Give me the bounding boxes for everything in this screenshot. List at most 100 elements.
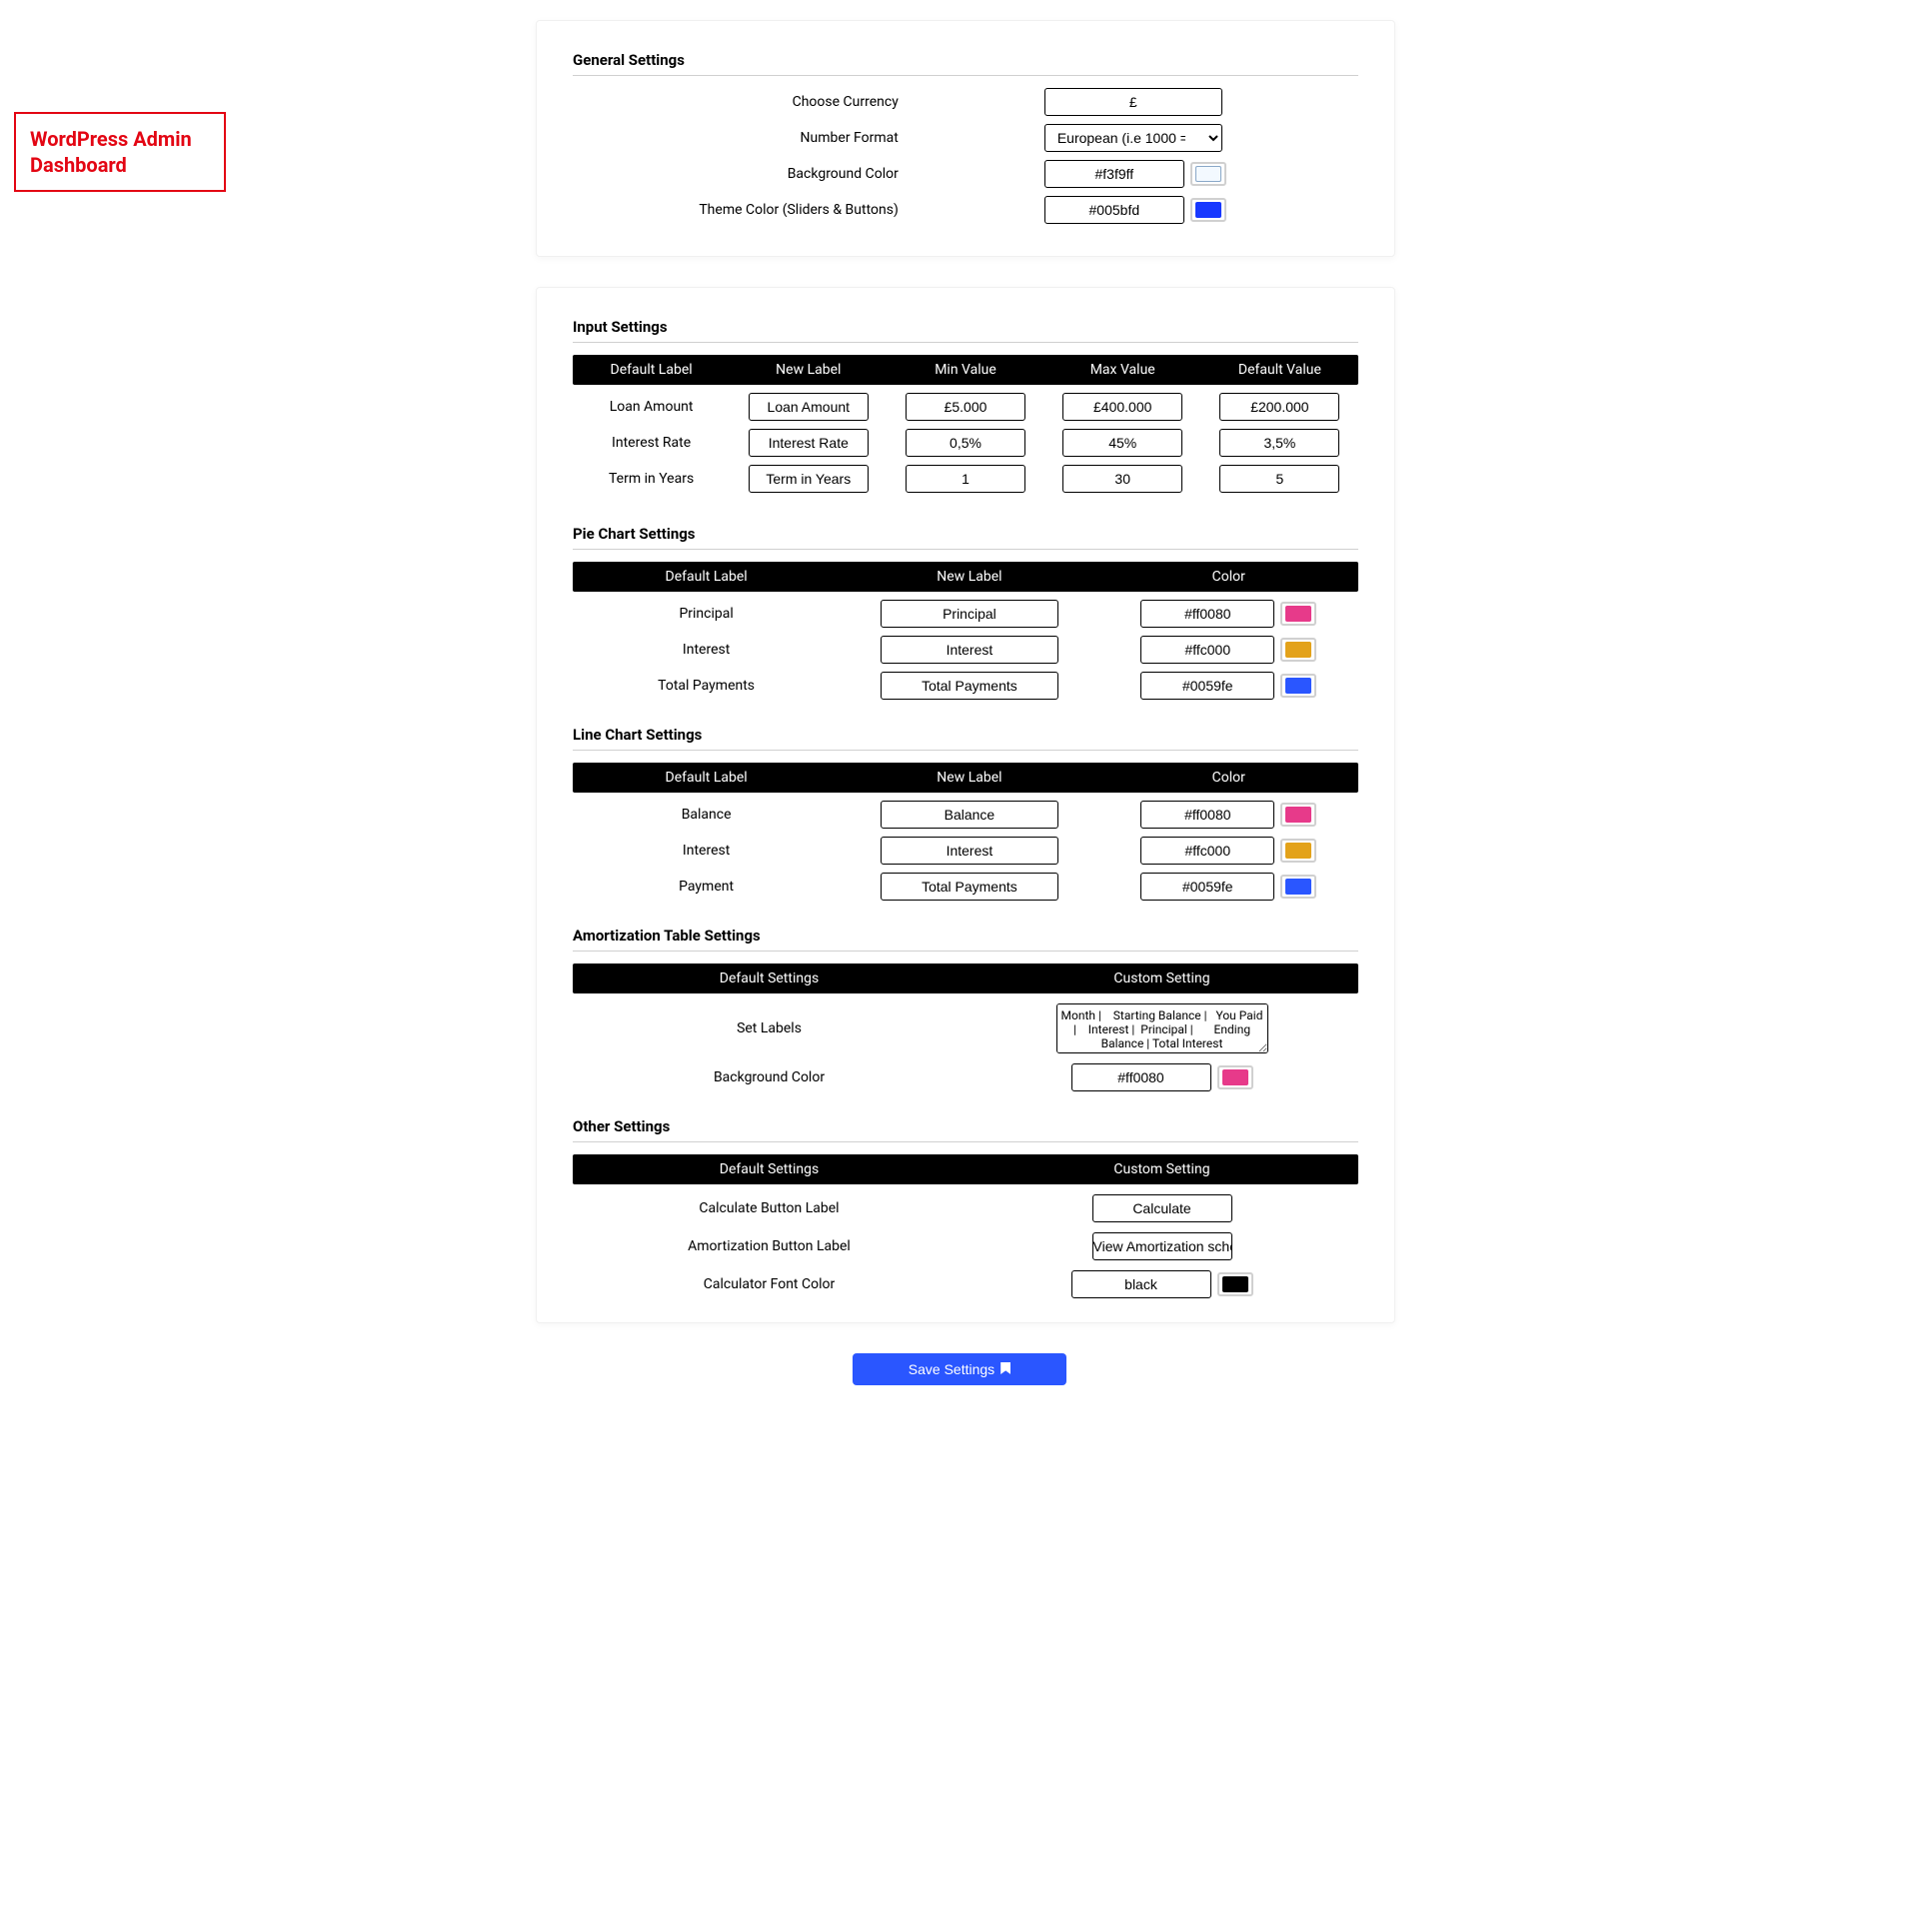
input-row: Loan Amount (573, 393, 1358, 421)
color-input[interactable] (1140, 636, 1274, 664)
calc-btn-label: Calculate Button Label (573, 1200, 965, 1216)
th-new-label: New Label (840, 569, 1098, 585)
th-new-label: New Label (730, 362, 887, 378)
divider (573, 750, 1358, 751)
color-swatch[interactable] (1280, 638, 1316, 662)
amort-btn-label: Amortization Button Label (573, 1238, 965, 1254)
amort-btn-input[interactable] (1092, 1232, 1232, 1260)
color-row: Balance (573, 801, 1358, 829)
font-color-label: Calculator Font Color (573, 1276, 965, 1292)
min-value-input[interactable] (906, 465, 1025, 493)
settings-panel: Input Settings Default Label New Label M… (536, 287, 1395, 1323)
bg-color-input[interactable] (1044, 160, 1184, 188)
min-value-input[interactable] (906, 393, 1025, 421)
color-input[interactable] (1140, 672, 1274, 700)
th-default-settings: Default Settings (573, 970, 965, 986)
input-settings-title: Input Settings (573, 318, 1358, 336)
th-min-value: Min Value (887, 362, 1043, 378)
color-swatch[interactable] (1280, 839, 1316, 863)
pie-chart-header: Default Label New Label Color (573, 562, 1358, 592)
line-chart-title: Line Chart Settings (573, 726, 1358, 744)
amort-bg-input[interactable] (1071, 1063, 1211, 1091)
color-row: Interest (573, 837, 1358, 865)
new-label-input[interactable] (881, 672, 1058, 700)
divider (573, 75, 1358, 76)
new-label-input[interactable] (749, 429, 869, 457)
color-swatch[interactable] (1280, 674, 1316, 698)
max-value-input[interactable] (1062, 393, 1182, 421)
new-label-input[interactable] (881, 801, 1058, 829)
default-value-input[interactable] (1219, 465, 1339, 493)
color-input[interactable] (1140, 837, 1274, 865)
currency-input[interactable] (1044, 88, 1222, 116)
min-value-input[interactable] (906, 429, 1025, 457)
currency-label: Choose Currency (573, 94, 919, 110)
divider (573, 1141, 1358, 1142)
max-value-input[interactable] (1062, 429, 1182, 457)
number-format-select[interactable]: European (i.e 1000 = 1.000) (1044, 124, 1222, 152)
default-label-cell: Total Payments (573, 678, 840, 694)
new-label-input[interactable] (881, 873, 1058, 901)
line-chart-header: Default Label New Label Color (573, 763, 1358, 793)
set-labels-label: Set Labels (573, 1020, 965, 1036)
font-color-input[interactable] (1071, 1270, 1211, 1298)
bg-color-label: Background Color (573, 166, 919, 182)
divider (573, 549, 1358, 550)
default-label-cell: Term in Years (573, 471, 730, 487)
color-row: Total Payments (573, 672, 1358, 700)
number-format-label: Number Format (573, 130, 919, 146)
color-swatch[interactable] (1280, 602, 1316, 626)
theme-color-swatch[interactable] (1190, 198, 1226, 222)
th-color: Color (1099, 770, 1358, 786)
th-default-label: Default Label (573, 770, 840, 786)
new-label-input[interactable] (749, 465, 869, 493)
default-value-input[interactable] (1219, 429, 1339, 457)
new-label-input[interactable] (881, 837, 1058, 865)
new-label-input[interactable] (749, 393, 869, 421)
th-new-label: New Label (840, 770, 1098, 786)
wordpress-admin-callout: WordPress Admin Dashboard (14, 112, 226, 192)
amort-bg-swatch[interactable] (1217, 1065, 1253, 1089)
color-row: Payment (573, 873, 1358, 901)
amortization-header: Default Settings Custom Setting (573, 964, 1358, 993)
theme-color-label: Theme Color (Sliders & Buttons) (573, 202, 919, 218)
default-label-cell: Principal (573, 606, 840, 622)
bg-color-swatch[interactable] (1190, 162, 1226, 186)
color-swatch[interactable] (1280, 875, 1316, 899)
bookmark-icon (1000, 1361, 1010, 1377)
calc-btn-input[interactable] (1092, 1194, 1232, 1222)
th-default-settings: Default Settings (573, 1161, 965, 1177)
input-row: Term in Years (573, 465, 1358, 493)
max-value-input[interactable] (1062, 465, 1182, 493)
input-row: Interest Rate (573, 429, 1358, 457)
theme-color-input[interactable] (1044, 196, 1184, 224)
default-label-cell: Loan Amount (573, 399, 730, 415)
other-settings-title: Other Settings (573, 1117, 1358, 1135)
default-label-cell: Interest (573, 843, 840, 859)
default-value-input[interactable] (1219, 393, 1339, 421)
th-default-label: Default Label (573, 569, 840, 585)
set-labels-textarea[interactable] (1056, 1003, 1268, 1053)
new-label-input[interactable] (881, 636, 1058, 664)
general-settings-title: General Settings (573, 51, 1358, 69)
th-default-value: Default Value (1201, 362, 1358, 378)
color-input[interactable] (1140, 873, 1274, 901)
default-label-cell: Balance (573, 807, 840, 823)
new-label-input[interactable] (881, 600, 1058, 628)
th-max-value: Max Value (1044, 362, 1201, 378)
th-custom-setting: Custom Setting (965, 970, 1358, 986)
color-input[interactable] (1140, 801, 1274, 829)
font-color-swatch[interactable] (1217, 1272, 1253, 1296)
color-swatch[interactable] (1280, 803, 1316, 827)
general-settings-panel: General Settings Choose Currency Number … (536, 20, 1395, 257)
amort-bg-label: Background Color (573, 1069, 965, 1085)
default-label-cell: Interest (573, 642, 840, 658)
other-settings-header: Default Settings Custom Setting (573, 1154, 1358, 1184)
divider (573, 951, 1358, 952)
default-label-cell: Interest Rate (573, 435, 730, 451)
save-label: Save Settings (909, 1361, 994, 1377)
color-row: Interest (573, 636, 1358, 664)
amortization-title: Amortization Table Settings (573, 927, 1358, 945)
color-input[interactable] (1140, 600, 1274, 628)
save-settings-button[interactable]: Save Settings (853, 1353, 1066, 1385)
